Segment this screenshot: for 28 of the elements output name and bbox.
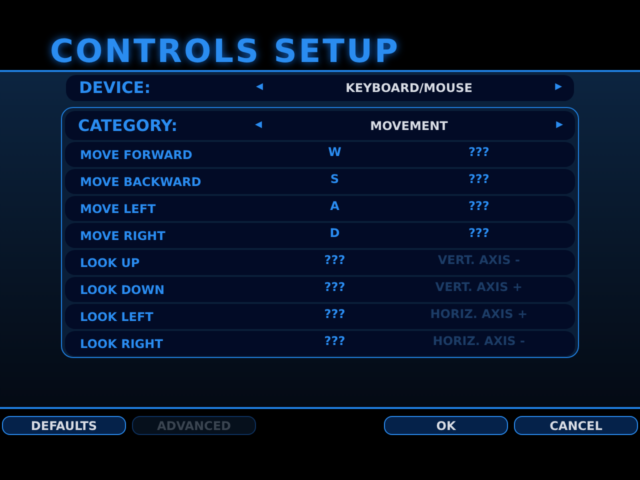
primary-key[interactable]: A	[286, 196, 383, 214]
secondary-key[interactable]: ???	[382, 170, 575, 188]
footer-button[interactable]: CANCEL	[514, 416, 638, 435]
secondary-key[interactable]: ???	[382, 224, 575, 242]
binding-row[interactable]: MOVE LEFT A ???	[65, 196, 575, 221]
action-label: LOOK DOWN	[79, 282, 166, 298]
action-label: MOVE BACKWARD	[79, 174, 202, 190]
action-label: MOVE LEFT	[79, 200, 157, 218]
binding-row[interactable]: MOVE BACKWARD S ???	[65, 169, 575, 194]
binding-row[interactable]: MOVE FORWARD W ???	[65, 142, 575, 167]
action-label: MOVE RIGHT	[79, 228, 166, 244]
screen-title: CONTROLS SETUP	[50, 35, 400, 67]
action-label: MOVE FORWARD	[79, 146, 194, 164]
action-label: LOOK RIGHT	[79, 336, 164, 352]
action-label: LOOK UP	[79, 254, 141, 272]
secondary-key[interactable]: ???	[382, 196, 575, 214]
device-label: DEVICE:	[78, 77, 152, 99]
secondary-key[interactable]: ???	[382, 142, 575, 160]
footer-button[interactable]: OK	[384, 416, 508, 435]
binding-row[interactable]: MOVE RIGHT D ???	[65, 223, 575, 248]
primary-key[interactable]: W	[286, 142, 383, 160]
category-value: MOVEMENT	[369, 118, 449, 134]
category-label: CATEGORY:	[77, 114, 178, 136]
device-value: KEYBOARD/MOUSE	[344, 80, 474, 97]
action-label: LOOK LEFT	[79, 308, 154, 326]
primary-key[interactable]: S	[286, 170, 383, 188]
footer-button[interactable]: DEFAULTS	[2, 416, 126, 435]
primary-key[interactable]: D	[286, 224, 383, 242]
